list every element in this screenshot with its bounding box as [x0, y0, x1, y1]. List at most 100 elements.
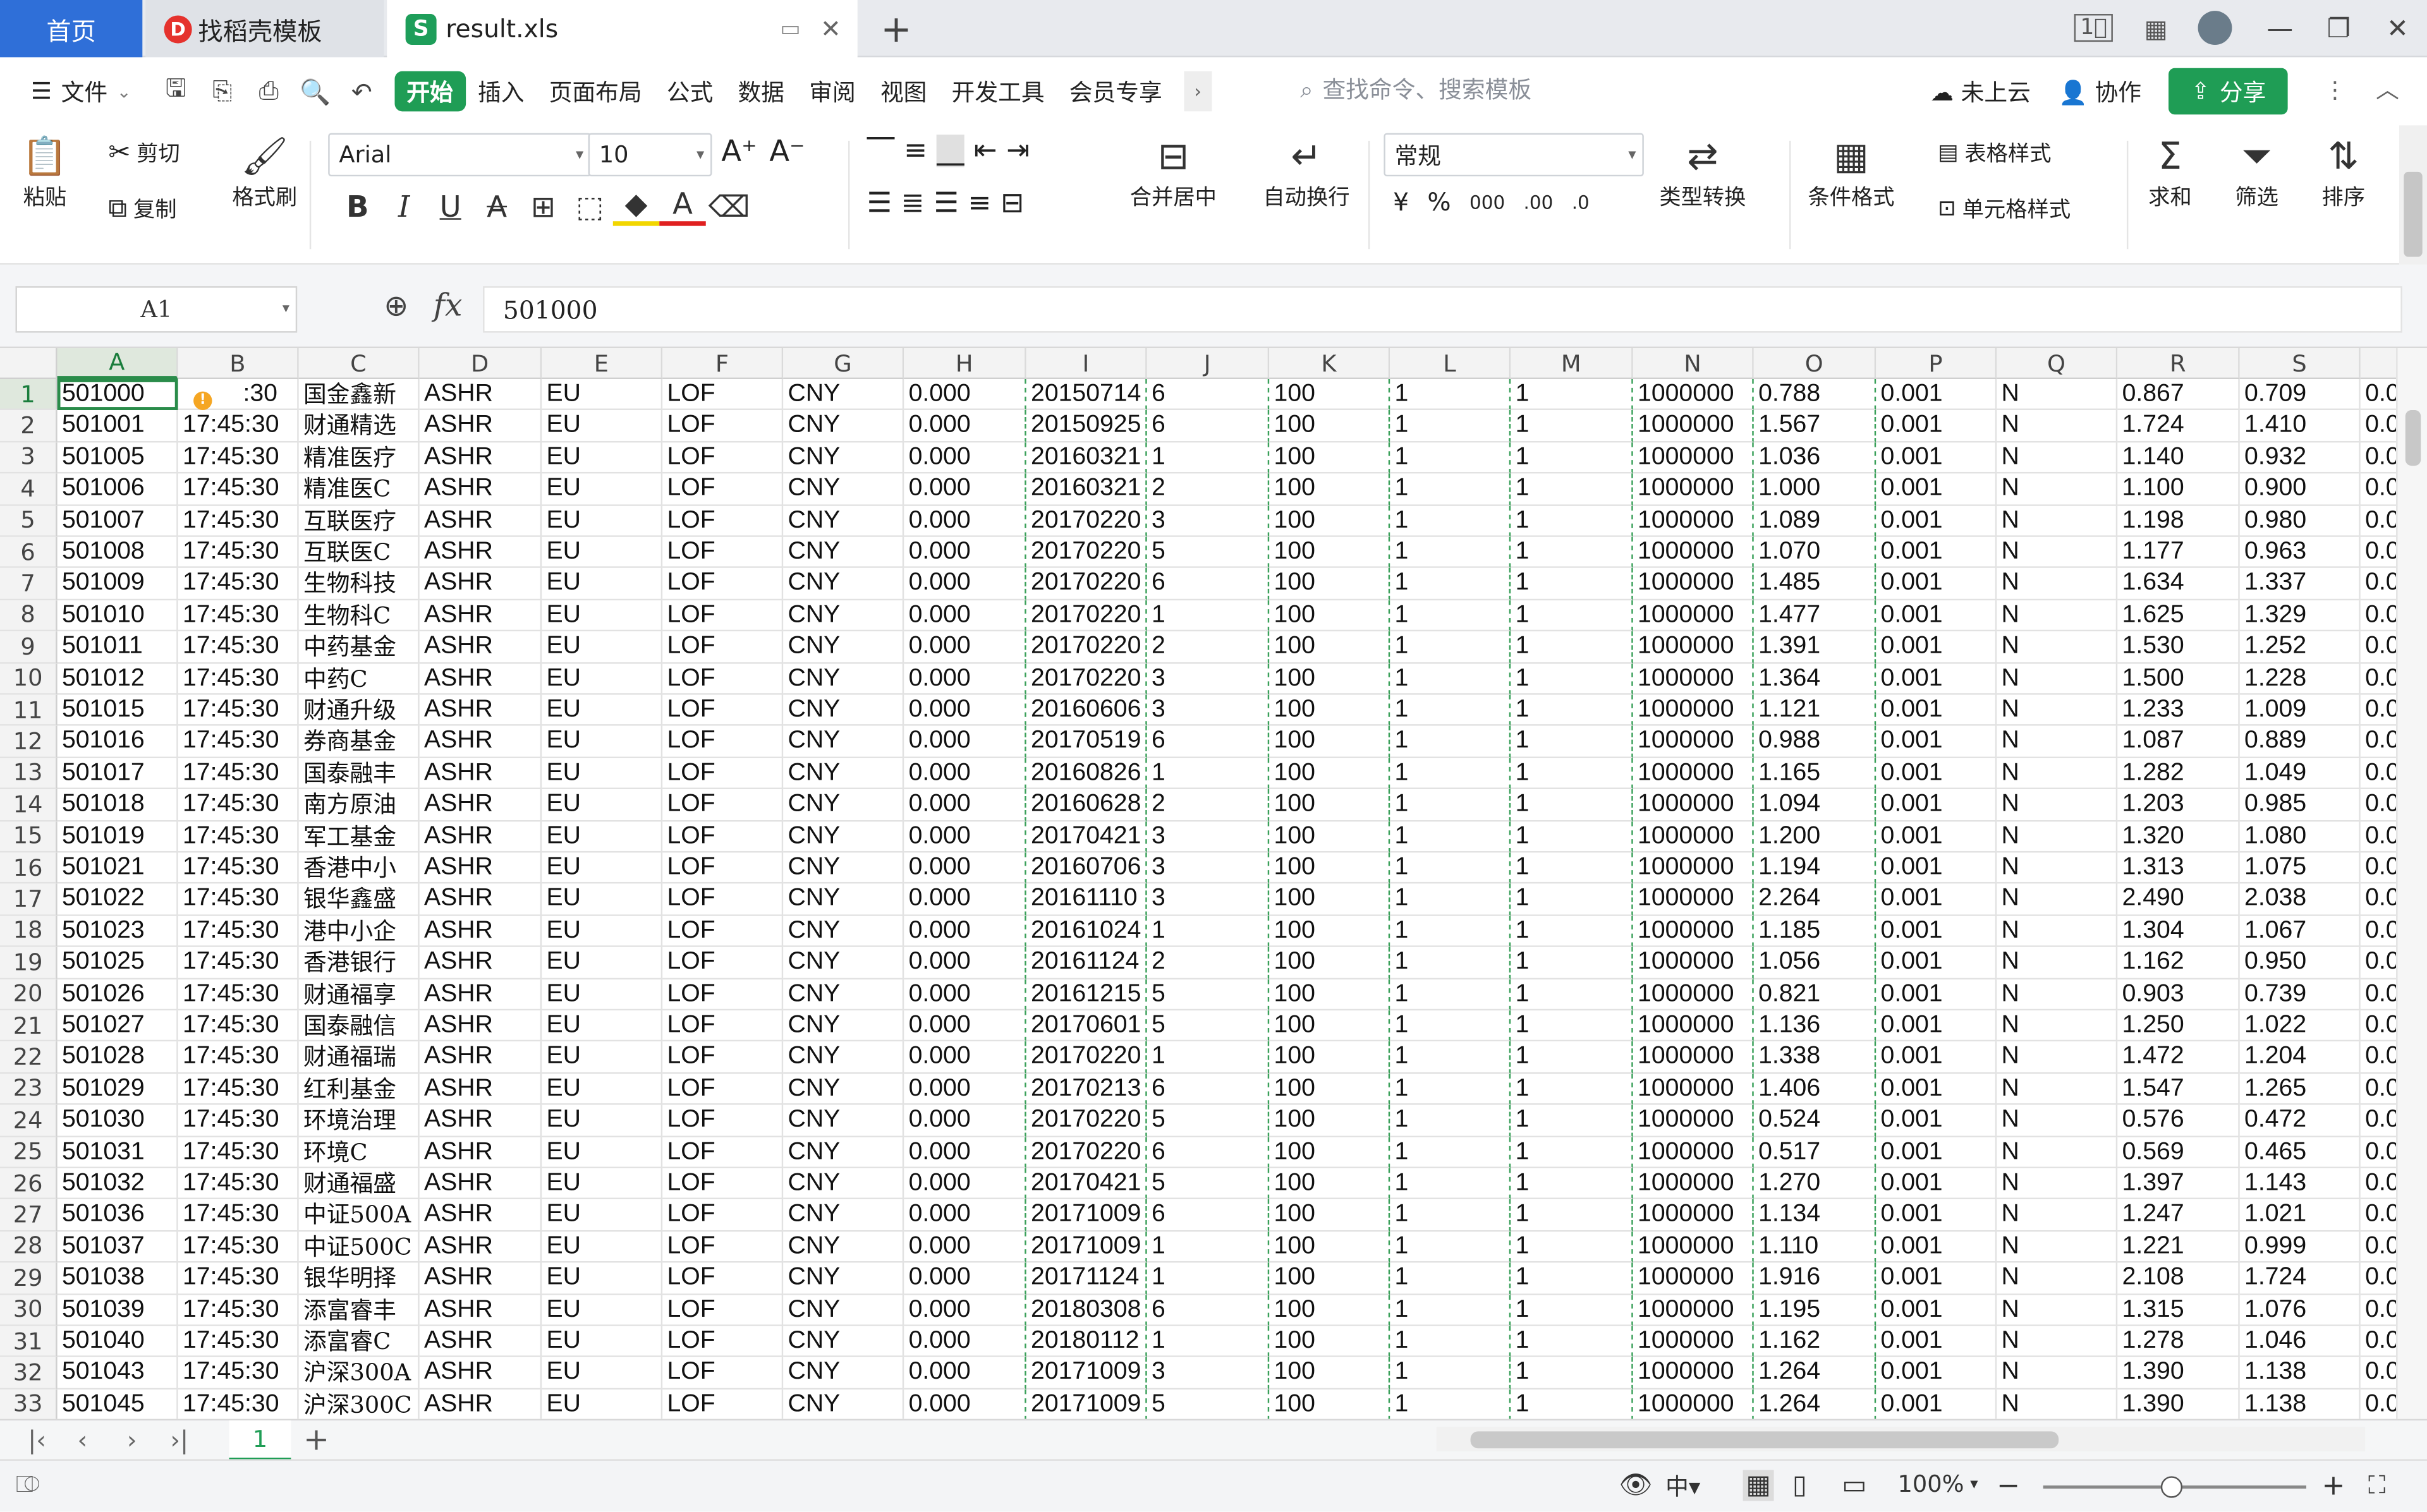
table-cell[interactable]: 501012 — [57, 663, 178, 695]
table-cell[interactable]: 1 — [1390, 1262, 1511, 1295]
table-cell[interactable]: 1.138 — [2239, 1357, 2361, 1389]
table-cell[interactable]: 17:45:30 — [178, 631, 299, 663]
select-all-corner[interactable] — [0, 348, 58, 380]
table-cell[interactable]: 100 — [1269, 568, 1390, 600]
table-cell[interactable]: 0.0 — [2360, 1200, 2397, 1231]
table-cell[interactable]: 1 — [1511, 1042, 1633, 1074]
table-cell[interactable]: N — [1997, 379, 2118, 411]
table-cell[interactable]: 1000000 — [1633, 505, 1754, 537]
table-cell[interactable]: 0.001 — [1876, 379, 1997, 411]
table-cell[interactable]: LOF — [662, 1199, 784, 1231]
table-cell[interactable]: 17:45:30 — [178, 505, 299, 537]
table-cell[interactable]: 20170519 — [1026, 726, 1147, 758]
row-header[interactable]: 17 — [0, 884, 58, 916]
table-cell[interactable]: CNY — [783, 884, 904, 916]
table-cell[interactable]: 20150925 — [1026, 410, 1147, 442]
table-cell[interactable]: 3 — [1147, 663, 1270, 695]
table-cell[interactable]: 1 — [1511, 1294, 1633, 1326]
border-icon[interactable]: ⊞ — [520, 190, 566, 224]
table-cell[interactable]: 1 — [1390, 631, 1511, 663]
table-cell[interactable]: EU — [542, 1262, 663, 1295]
table-cell[interactable]: 501040 — [57, 1326, 178, 1358]
table-cell[interactable]: 17:45:30 — [178, 821, 299, 853]
table-cell[interactable]: 0.001 — [1876, 1199, 1997, 1231]
table-cell[interactable]: 0.0 — [2360, 758, 2397, 790]
table-cell[interactable]: 1000000 — [1633, 568, 1754, 600]
table-cell[interactable]: 501031 — [57, 1137, 178, 1168]
table-cell[interactable]: 1.138 — [2240, 1389, 2361, 1419]
table-cell[interactable]: 0.000 — [904, 473, 1026, 505]
table-cell[interactable]: 0.001 — [1876, 1231, 1997, 1263]
table-cell[interactable]: 1 — [1147, 1042, 1270, 1074]
table-cell[interactable]: 1.282 — [2117, 758, 2240, 790]
row-header[interactable]: 26 — [0, 1168, 58, 1200]
table-cell[interactable]: 0.0 — [2360, 947, 2397, 979]
command-search[interactable]: ⌕ 查找命令、搜索模板 — [1300, 73, 1531, 105]
table-cell[interactable]: LOF — [662, 884, 784, 916]
table-cell[interactable]: EU — [542, 1074, 663, 1106]
avatar[interactable] — [2198, 11, 2233, 45]
table-cell[interactable]: 501038 — [57, 1262, 178, 1295]
table-cell[interactable]: 1.264 — [1754, 1389, 1877, 1419]
row-header[interactable]: 1 — [0, 379, 58, 411]
table-cell[interactable]: 1.140 — [2117, 442, 2240, 474]
table-cell[interactable]: 1 — [1390, 821, 1511, 853]
table-cell[interactable]: EU — [542, 1105, 663, 1137]
function-icon[interactable]: fx — [434, 286, 463, 324]
table-cell[interactable]: EU — [542, 821, 663, 853]
table-cell[interactable]: 1.391 — [1753, 631, 1877, 663]
table-cell[interactable]: 1000000 — [1633, 1326, 1754, 1358]
table-cell[interactable]: N — [1997, 789, 2118, 821]
underline-icon[interactable]: U — [427, 190, 473, 224]
table-cell[interactable]: ASHR — [419, 1042, 542, 1074]
table-cell[interactable]: 0.001 — [1876, 1294, 1997, 1326]
hscroll-thumb[interactable] — [1470, 1431, 2059, 1449]
table-cell[interactable]: 0.985 — [2239, 789, 2361, 821]
sheet-tab-1[interactable]: 1 — [229, 1420, 291, 1461]
increase-font-icon[interactable]: A⁺ — [721, 135, 757, 169]
column-header[interactable]: H — [904, 348, 1026, 380]
table-cell[interactable]: 20160606 — [1026, 694, 1147, 727]
table-cell[interactable]: 0.988 — [1753, 726, 1877, 758]
column-header[interactable]: L — [1390, 348, 1511, 380]
table-cell[interactable]: 1 — [1390, 1231, 1511, 1263]
row-header[interactable]: 15 — [0, 821, 58, 853]
table-cell[interactable]: 1 — [1390, 379, 1511, 411]
table-cell[interactable]: CNY — [783, 916, 904, 948]
table-cell[interactable]: N — [1997, 1262, 2118, 1295]
table-cell[interactable]: 0.0 — [2360, 821, 2397, 853]
table-cell[interactable]: 1.162 — [2117, 947, 2240, 979]
table-cell[interactable]: 0.517 — [1753, 1137, 1877, 1168]
table-cell[interactable]: EU — [542, 852, 663, 885]
table-cell[interactable]: EU — [542, 789, 663, 821]
row-header[interactable]: 23 — [0, 1074, 58, 1106]
table-cell[interactable]: 1 — [1511, 979, 1633, 1011]
table-cell[interactable]: LOF — [662, 568, 784, 600]
table-cell[interactable]: ASHR — [419, 631, 542, 663]
table-cell[interactable]: EU — [542, 1326, 663, 1358]
row-header[interactable]: 13 — [0, 758, 58, 790]
table-cell[interactable]: 0.0 — [2360, 1074, 2397, 1106]
table-cell[interactable]: 20170220 — [1026, 1137, 1147, 1168]
table-cell[interactable]: LOF — [662, 1262, 784, 1295]
table-cell[interactable]: 精准医C — [298, 473, 420, 505]
table-cell[interactable]: 3 — [1147, 1357, 1270, 1389]
table-cell[interactable]: 1.547 — [2117, 1074, 2240, 1106]
table-cell[interactable]: 0.903 — [2117, 979, 2240, 1011]
table-cell[interactable]: 1 — [1511, 789, 1633, 821]
table-cell[interactable]: 国泰融丰 — [298, 758, 420, 790]
table-cell[interactable]: 0.0 — [2360, 695, 2397, 727]
table-cell[interactable]: LOF — [662, 1074, 784, 1106]
table-cell[interactable]: 1000000 — [1633, 789, 1754, 821]
row-header[interactable]: 11 — [0, 694, 58, 727]
table-cell[interactable]: LOF — [662, 631, 784, 663]
table-cell[interactable]: 1000000 — [1633, 536, 1754, 569]
table-cell[interactable]: 0.000 — [904, 821, 1026, 853]
table-cell[interactable]: 20170421 — [1026, 821, 1147, 853]
table-cell[interactable]: 100 — [1269, 1231, 1390, 1263]
table-cell[interactable]: 0.472 — [2239, 1105, 2361, 1137]
table-cell[interactable]: 0.000 — [904, 1231, 1026, 1263]
table-cell[interactable]: N — [1997, 1074, 2118, 1106]
table-cell[interactable]: EU — [542, 442, 663, 474]
row-header[interactable]: 27 — [0, 1199, 58, 1231]
